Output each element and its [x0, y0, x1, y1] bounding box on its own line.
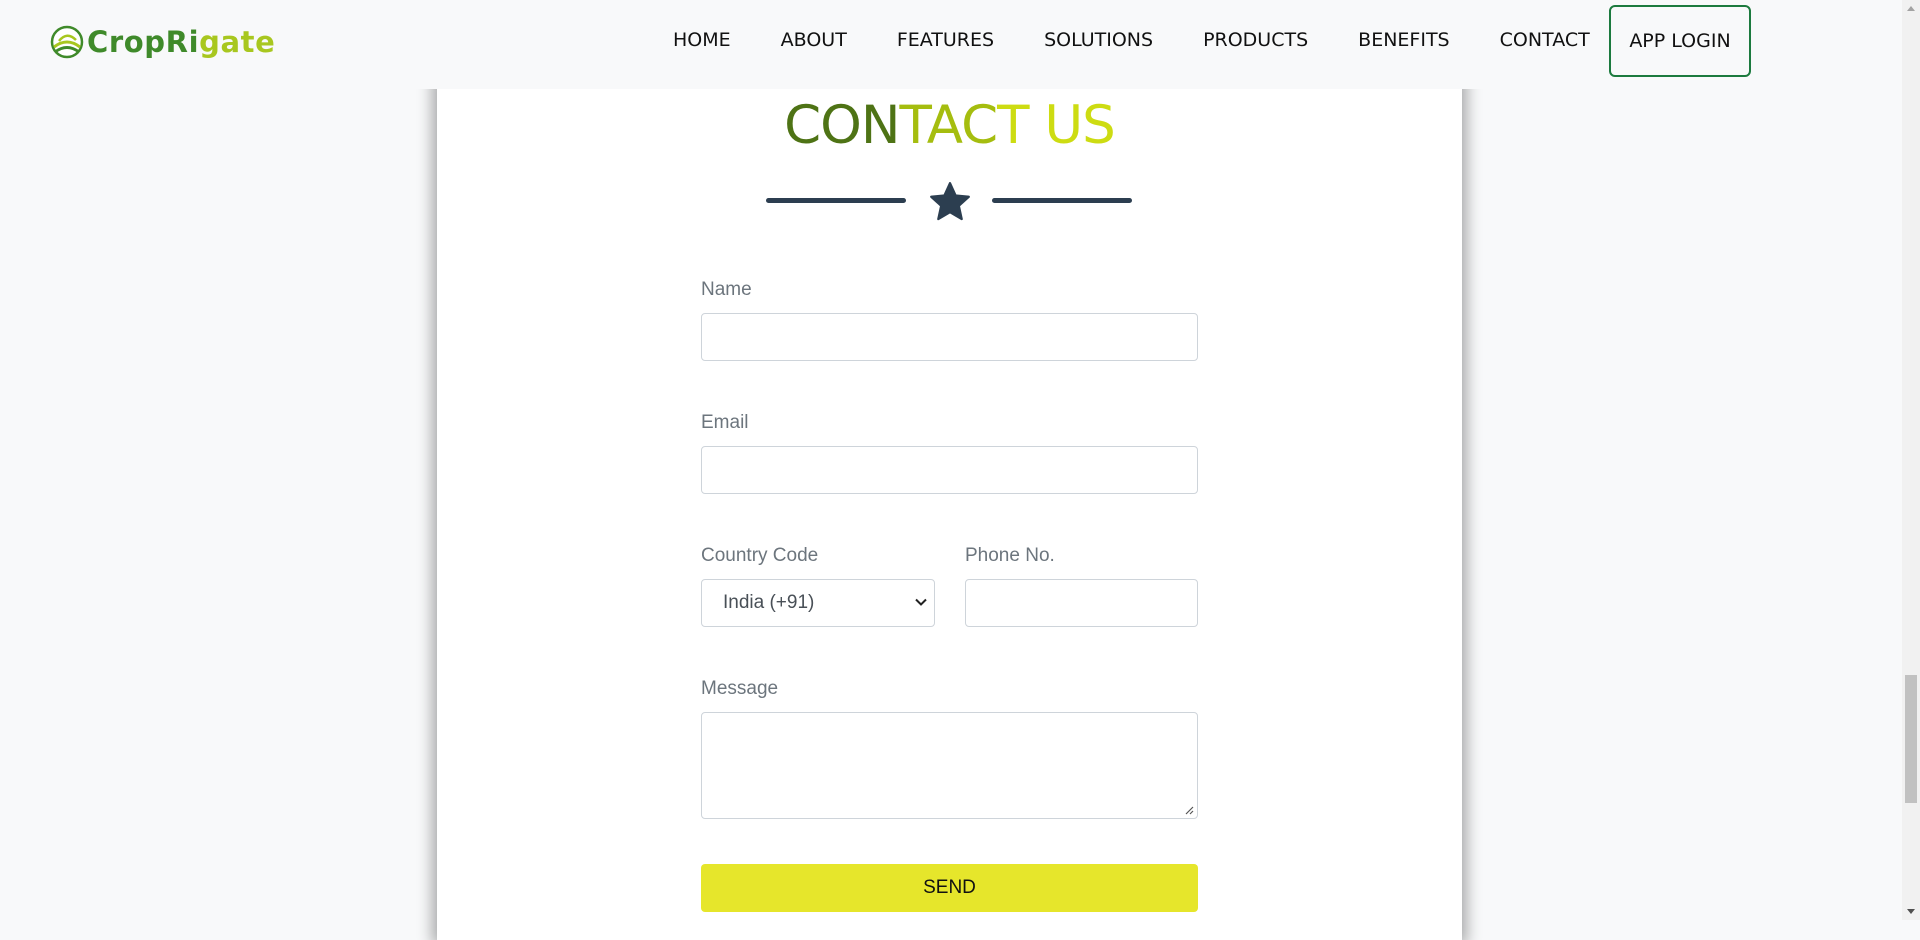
nav-about[interactable]: ABOUT — [756, 0, 872, 80]
nav-products[interactable]: PRODUCTS — [1178, 0, 1333, 80]
name-input[interactable] — [701, 313, 1198, 361]
phone-label: Phone No. — [965, 545, 1055, 566]
contact-card: CONTACT US Name Email Country Code India… — [437, 80, 1462, 940]
nav-solutions[interactable]: SOLUTIONS — [1019, 0, 1178, 80]
chevron-down-icon — [915, 598, 927, 606]
app-login-button[interactable]: APP LOGIN — [1609, 5, 1751, 77]
scroll-thumb[interactable] — [1905, 675, 1917, 803]
nav-home[interactable]: HOME — [648, 0, 756, 80]
divider-line-left — [766, 198, 906, 203]
divider-line-right — [992, 198, 1132, 203]
scroll-up-arrow-icon[interactable] — [1906, 4, 1916, 12]
scroll-down-arrow-icon[interactable] — [1906, 908, 1916, 916]
country-code-value: India (+91) — [723, 592, 815, 613]
email-label: Email — [701, 412, 749, 433]
nav-links: HOME ABOUT FEATURES SOLUTIONS PRODUCTS B… — [648, 0, 1615, 80]
brand-name: CropRigate — [87, 25, 276, 59]
message-label: Message — [701, 678, 779, 699]
send-button[interactable]: SEND — [701, 864, 1198, 912]
contact-title: CONTACT US — [784, 95, 1116, 156]
page-scrollbar[interactable] — [1902, 0, 1920, 920]
country-code-label: Country Code — [701, 545, 819, 566]
country-code-select[interactable]: India (+91) — [701, 579, 935, 627]
nav-features[interactable]: FEATURES — [872, 0, 1019, 80]
message-textarea[interactable] — [701, 712, 1198, 819]
resize-grip-icon[interactable] — [1184, 805, 1194, 815]
nav-benefits[interactable]: BENEFITS — [1333, 0, 1474, 80]
nav-contact[interactable]: CONTACT — [1475, 0, 1615, 80]
top-navbar: CropRigate HOME ABOUT FEATURES SOLUTIONS… — [0, 0, 1902, 89]
name-label: Name — [701, 279, 752, 300]
star-icon — [930, 182, 970, 221]
email-input[interactable] — [701, 446, 1198, 494]
brand-logo[interactable]: CropRigate — [50, 22, 275, 62]
field-leaf-logo-icon — [50, 25, 84, 59]
phone-input[interactable] — [965, 579, 1198, 627]
